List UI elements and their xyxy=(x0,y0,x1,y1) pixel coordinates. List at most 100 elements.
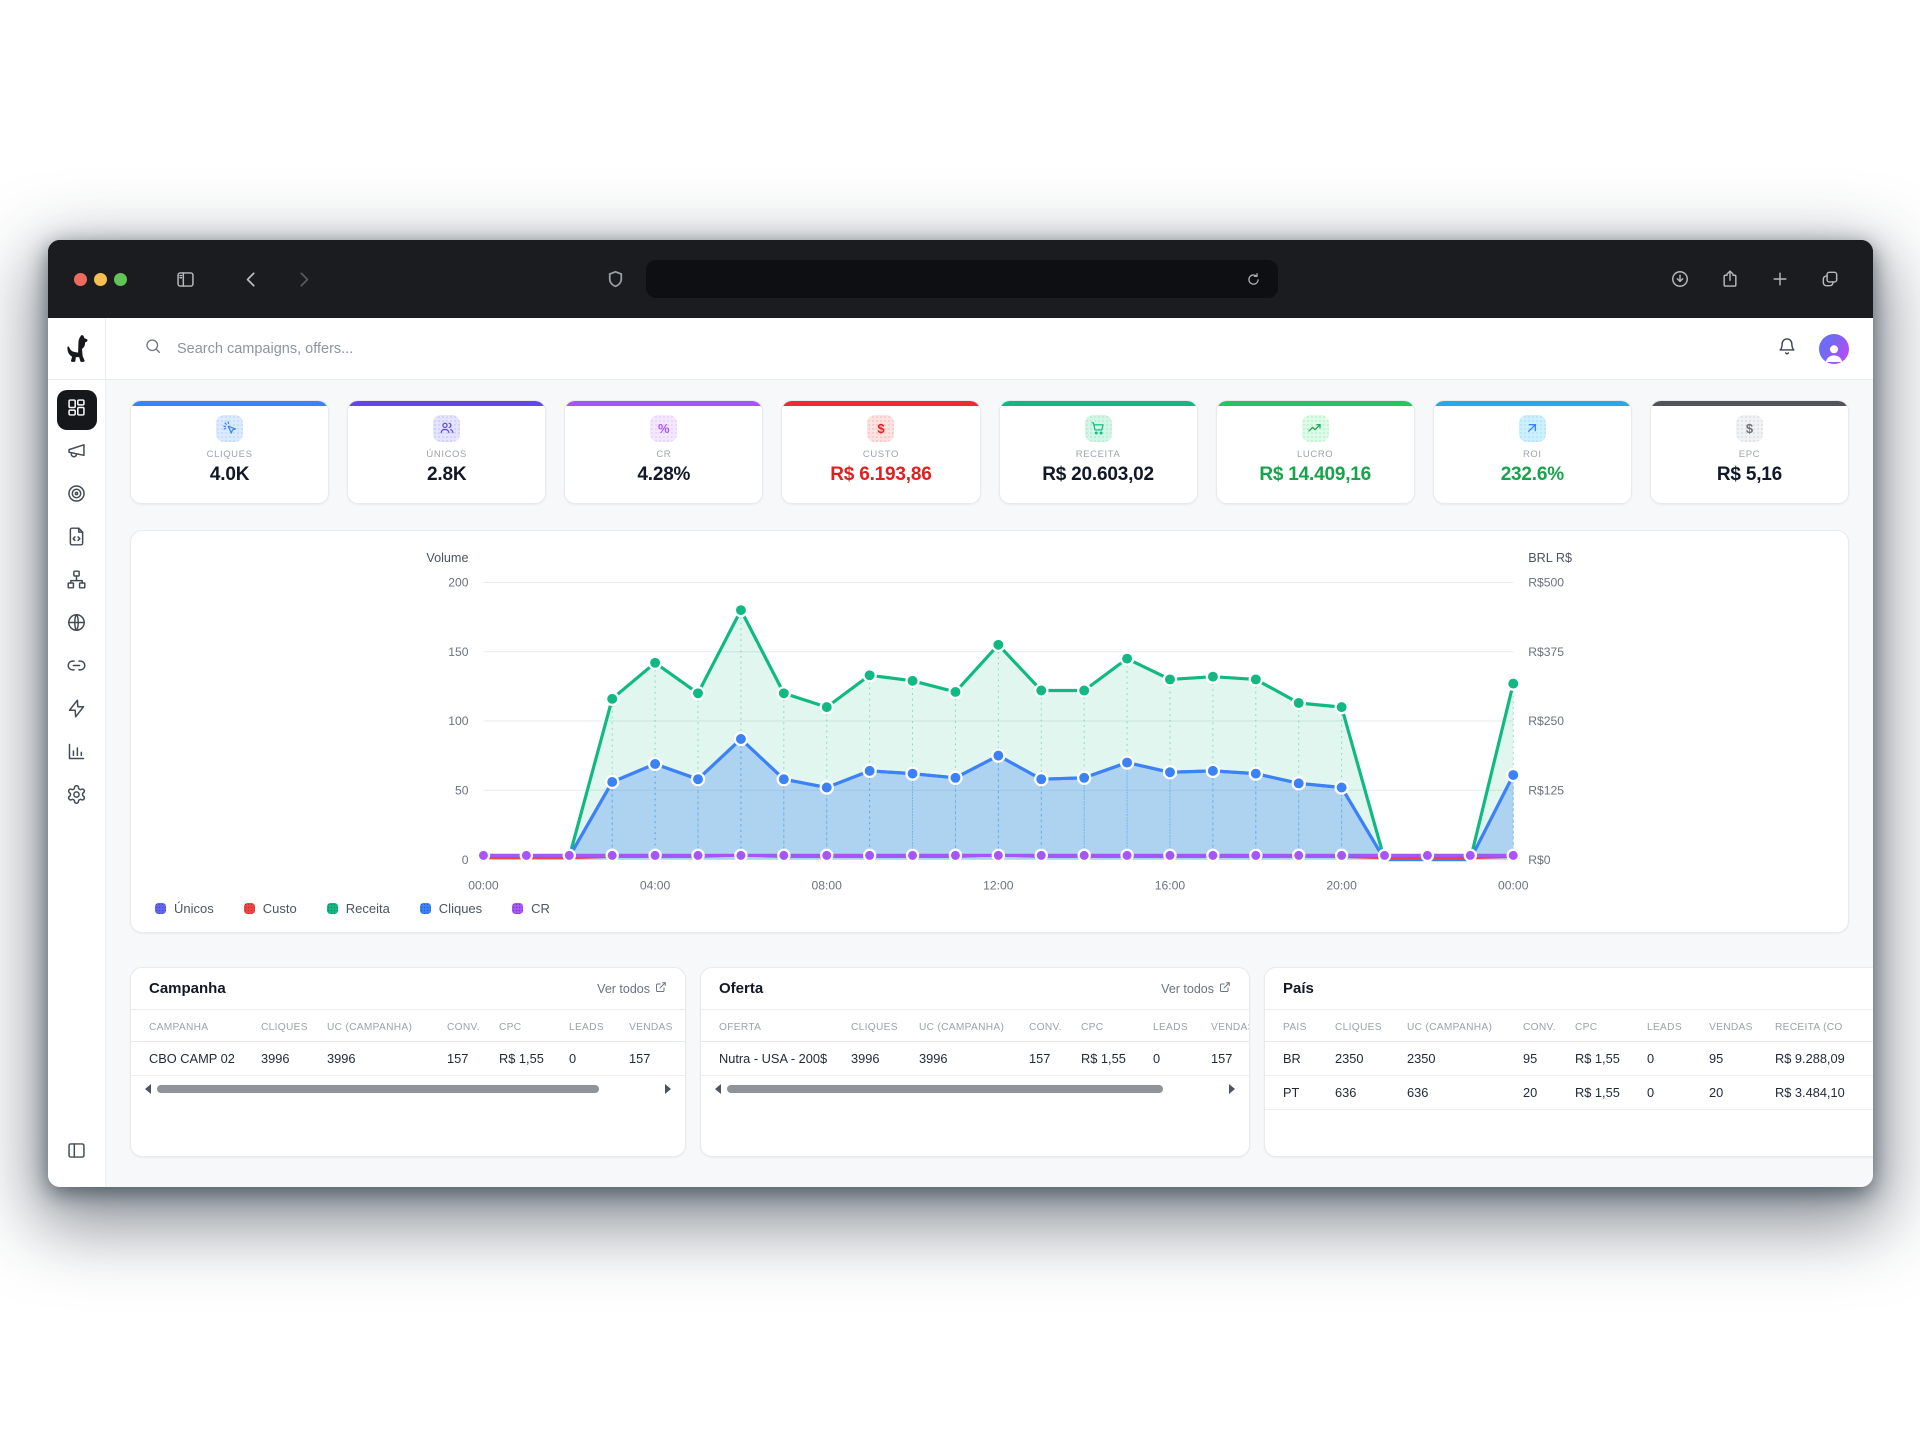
table-row[interactable]: BR2350235095R$ 1,55095R$ 9.288,09 xyxy=(1265,1042,1873,1076)
dog-logo[interactable] xyxy=(48,318,106,379)
table-cell: 95 xyxy=(1709,1051,1767,1066)
table-cell: 157 xyxy=(629,1051,683,1066)
sidebar-toggle-icon[interactable] xyxy=(170,264,200,294)
sidebar-item-1[interactable] xyxy=(57,433,97,473)
table-cell: 157 xyxy=(447,1051,491,1066)
sidebar-item-7[interactable] xyxy=(57,691,97,731)
column-header: PAÍS xyxy=(1283,1022,1327,1033)
table-cell: 636 xyxy=(1407,1085,1515,1100)
reload-icon[interactable] xyxy=(1238,264,1268,294)
kpi-card-3[interactable]: $ CUSTO R$ 6.193,86 xyxy=(781,400,980,504)
download-icon[interactable] xyxy=(1665,264,1695,294)
scroll-left-icon[interactable] xyxy=(715,1084,721,1094)
sidebar-item-0[interactable] xyxy=(57,390,97,430)
zoom-button[interactable] xyxy=(114,273,127,286)
search-input[interactable] xyxy=(175,340,595,358)
column-header: RECEITA (CO xyxy=(1775,1022,1873,1033)
bell-icon[interactable] xyxy=(1777,336,1797,361)
avatar[interactable] xyxy=(1819,334,1849,364)
share-icon[interactable] xyxy=(1715,264,1745,294)
table-row[interactable]: CBO CAMP 0239963996157R$ 1,550157R xyxy=(131,1042,685,1076)
legend-label: CR xyxy=(531,901,550,916)
legend-item-Receita[interactable]: Receita xyxy=(327,901,390,916)
column-header: CPC xyxy=(1575,1022,1639,1033)
scroll-right-icon[interactable] xyxy=(665,1084,671,1094)
sidebar xyxy=(48,380,106,1187)
scroll-right-icon[interactable] xyxy=(1229,1084,1235,1094)
legend-item-CR[interactable]: CR xyxy=(512,901,550,916)
kpi-card-7[interactable]: $ EPC R$ 5,16 xyxy=(1650,400,1849,504)
link-icon xyxy=(66,655,87,681)
back-icon[interactable] xyxy=(236,264,266,294)
scrollbar-thumb[interactable] xyxy=(727,1085,1163,1093)
kpi-card-5[interactable]: LUCRO R$ 14.409,16 xyxy=(1216,400,1415,504)
new-tab-icon[interactable] xyxy=(1765,264,1795,294)
kpi-card-0[interactable]: CLIQUES 4.0K xyxy=(130,400,329,504)
table-cell: 3996 xyxy=(851,1051,911,1066)
ver-todos-link[interactable]: Ver todos xyxy=(1161,981,1231,996)
column-header: LEADS xyxy=(1153,1022,1203,1033)
sidebar-item-6[interactable] xyxy=(57,648,97,688)
horizontal-scrollbar[interactable] xyxy=(715,1082,1235,1096)
table-cell: CBO CAMP 02 xyxy=(149,1051,253,1066)
cart-icon xyxy=(1085,415,1112,442)
table-row[interactable]: Nutra - USA - 200$39963996157R$ 1,550157 xyxy=(701,1042,1249,1076)
ver-todos-link[interactable]: Ver todos xyxy=(597,981,667,996)
table-cell: 0 xyxy=(1647,1051,1701,1066)
column-header: CPC xyxy=(499,1022,561,1033)
kpi-accent xyxy=(1000,401,1197,406)
close-button[interactable] xyxy=(74,273,87,286)
tabs-icon[interactable] xyxy=(1815,264,1845,294)
table-row[interactable]: PT63663620R$ 1,55020R$ 3.484,10 xyxy=(1265,1076,1873,1110)
kpi-value: 4.28% xyxy=(637,464,690,486)
file-code-icon xyxy=(66,526,87,552)
legend-item-Custo[interactable]: Custo xyxy=(244,901,297,916)
kpi-label: ÚNICOS xyxy=(426,449,467,460)
table-cell: 636 xyxy=(1335,1085,1399,1100)
legend-swatch xyxy=(420,903,431,914)
scroll-left-icon[interactable] xyxy=(145,1084,151,1094)
sidebar-item-8[interactable] xyxy=(57,734,97,774)
gear-icon xyxy=(66,784,87,810)
kpi-card-4[interactable]: RECEITA R$ 20.603,02 xyxy=(999,400,1198,504)
kpi-card-2[interactable]: % CR 4.28% xyxy=(564,400,763,504)
legend-item-Únicos[interactable]: Únicos xyxy=(155,901,214,916)
minimize-button[interactable] xyxy=(94,273,107,286)
sidebar-item-4[interactable] xyxy=(57,562,97,602)
sidebar-item-2[interactable] xyxy=(57,476,97,516)
sidebar-collapse-button[interactable] xyxy=(57,1133,97,1173)
chart-legend: Únicos Custo Receita Cliques CR xyxy=(151,897,1828,922)
external-link-icon xyxy=(655,981,667,996)
app-content: CLIQUES 4.0K ÚNICOS 2.8K % CR 4.28% $ CU… xyxy=(48,318,1873,1187)
legend-item-Cliques[interactable]: Cliques xyxy=(420,901,482,916)
kpi-card-1[interactable]: ÚNICOS 2.8K xyxy=(347,400,546,504)
dollar-icon: $ xyxy=(867,415,894,442)
legend-swatch xyxy=(155,903,166,914)
bar-chart-icon xyxy=(66,741,87,767)
kpi-accent xyxy=(131,401,328,406)
panel-left-icon xyxy=(66,1140,87,1166)
globe-icon xyxy=(66,612,87,638)
scrollbar-thumb[interactable] xyxy=(157,1085,599,1093)
scrollbar-track[interactable] xyxy=(727,1085,1223,1093)
forward-icon[interactable] xyxy=(288,264,318,294)
percent-icon: % xyxy=(650,415,677,442)
column-header: CPC xyxy=(1081,1022,1145,1033)
svg-text:BRL R$: BRL R$ xyxy=(1528,551,1572,565)
svg-text:R$250: R$250 xyxy=(1528,714,1564,728)
sidebar-item-9[interactable] xyxy=(57,777,97,817)
zap-icon xyxy=(66,698,87,724)
kpi-card-6[interactable]: ROI 232.6% xyxy=(1433,400,1632,504)
browser-window: CLIQUES 4.0K ÚNICOS 2.8K % CR 4.28% $ CU… xyxy=(48,240,1873,1187)
sidebar-item-3[interactable] xyxy=(57,519,97,559)
column-header: VENDAS xyxy=(1709,1022,1767,1033)
legend-label: Receita xyxy=(346,901,390,916)
kpi-value: 4.0K xyxy=(210,464,249,486)
shield-icon[interactable] xyxy=(600,264,630,294)
legend-label: Custo xyxy=(263,901,297,916)
table-cell: R$ 9.288,09 xyxy=(1775,1051,1873,1066)
scrollbar-track[interactable] xyxy=(157,1085,659,1093)
sidebar-item-5[interactable] xyxy=(57,605,97,645)
url-bar[interactable] xyxy=(646,260,1278,298)
horizontal-scrollbar[interactable] xyxy=(145,1082,671,1096)
